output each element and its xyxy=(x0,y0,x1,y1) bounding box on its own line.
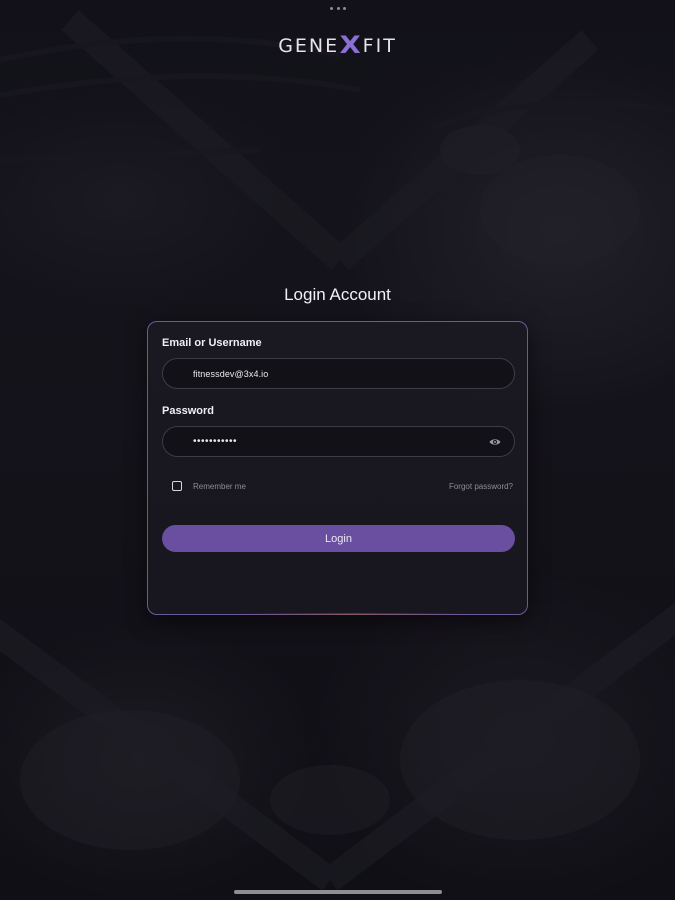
remember-me-label: Remember me xyxy=(193,481,246,491)
dot xyxy=(336,6,340,10)
more-dots-icon[interactable] xyxy=(330,5,346,11)
logo-x-mark: X xyxy=(339,31,363,59)
genexfit-logo: GENEXFIT xyxy=(0,30,675,59)
password-field[interactable]: ••••••••••• xyxy=(162,426,515,457)
logo-text-right: FIT xyxy=(362,35,397,57)
forgot-password-link[interactable]: Forgot password? xyxy=(449,482,513,491)
remember-me-option[interactable]: Remember me xyxy=(172,481,246,491)
dot xyxy=(343,6,346,10)
login-button[interactable]: Login xyxy=(162,525,515,552)
login-screen: GENEXFIT Login Account Email or Username… xyxy=(0,0,675,900)
home-indicator[interactable] xyxy=(234,890,442,894)
page-title: Login Account xyxy=(284,285,391,304)
email-field[interactable]: fitnessdev@3x4.io xyxy=(162,358,515,389)
logo-text-left: GENE xyxy=(278,35,340,57)
login-card: Email or Username fitnessdev@3x4.io Pass… xyxy=(147,321,528,615)
eye-icon[interactable] xyxy=(489,436,501,448)
email-value: fitnessdev@3x4.io xyxy=(193,368,269,379)
remember-me-checkbox[interactable] xyxy=(172,481,182,491)
dot xyxy=(330,6,333,10)
password-value: ••••••••••• xyxy=(193,436,238,447)
email-label: Email or Username xyxy=(162,337,262,349)
password-label: Password xyxy=(162,405,214,417)
